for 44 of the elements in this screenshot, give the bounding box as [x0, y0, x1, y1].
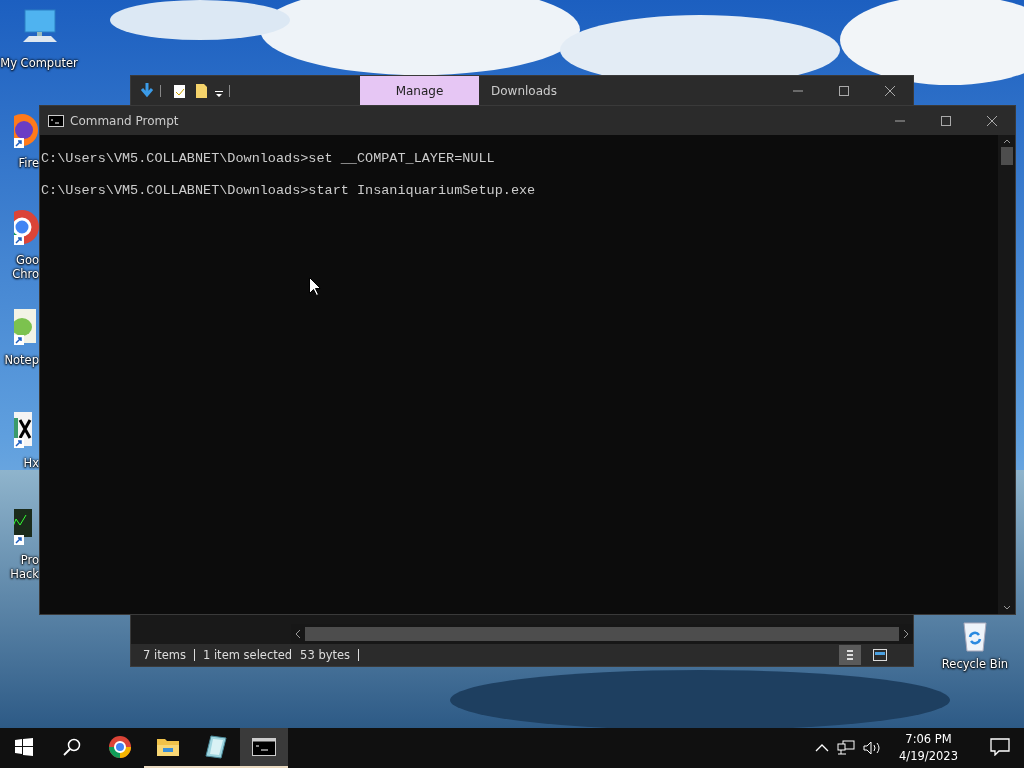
close-icon[interactable]: [987, 115, 997, 126]
maximize-icon[interactable]: [839, 85, 849, 96]
icon-label: Hx: [23, 456, 39, 470]
clock[interactable]: 7:06 PM 4/19/2023: [899, 731, 958, 765]
status-text: 53 bytes: [300, 648, 351, 662]
horizontal-scrollbar[interactable]: [291, 624, 913, 644]
search-icon[interactable]: [63, 738, 81, 756]
close-icon[interactable]: [885, 85, 895, 96]
vertical-scrollbar[interactable]: [998, 135, 1015, 614]
scroll-down-icon[interactable]: [1001, 604, 1012, 612]
mouse-cursor-icon: [309, 277, 321, 296]
scrollbar-thumb[interactable]: [1000, 147, 1013, 165]
tiles-icon: [873, 649, 887, 661]
icon-label: Fire: [18, 156, 39, 170]
window-title: Downloads: [491, 83, 558, 98]
network-icon[interactable]: [837, 740, 856, 756]
minimize-icon[interactable]: [895, 119, 905, 122]
console-icon: [48, 114, 64, 127]
chrome-icon: [108, 735, 132, 759]
windows-logo-icon[interactable]: [15, 738, 33, 756]
console-icon: [252, 738, 276, 756]
icon-label: Goo Chro: [12, 253, 39, 281]
status-text: 1 item selected: [202, 648, 293, 662]
console-line: C:\Users\VM5.COLLABNET\Downloads>set __COMPAT_LAYER=NULL: [41, 151, 496, 167]
chevron-up-icon[interactable]: [815, 743, 830, 753]
volume-icon[interactable]: [863, 740, 882, 756]
ribbon-tab[interactable]: Manage: [360, 76, 479, 105]
folder-icon: [156, 736, 180, 758]
notepad-icon: [205, 735, 227, 759]
minimize-icon[interactable]: [793, 89, 803, 92]
icon-label: Recycle Bin: [941, 657, 1009, 671]
scrollbar-thumb[interactable]: [305, 627, 899, 641]
details-icon: [846, 649, 854, 661]
notification-icon[interactable]: [990, 738, 1010, 756]
icon-label: My Computer: [0, 56, 78, 70]
maximize-icon[interactable]: [941, 115, 951, 126]
details-view-button[interactable]: [839, 645, 861, 665]
icon-label: Notep: [4, 353, 39, 367]
scroll-up-icon[interactable]: [1001, 137, 1012, 145]
window-title: Command Prompt: [70, 113, 180, 128]
status-text: 7 items: [143, 648, 186, 662]
taskbar-app-button[interactable]: [240, 728, 288, 768]
console-line: C:\Users\VM5.COLLABNET\Downloads>start InsaniquariumSetup.exe: [41, 183, 537, 199]
icon-label: Pro Hack: [10, 553, 39, 581]
